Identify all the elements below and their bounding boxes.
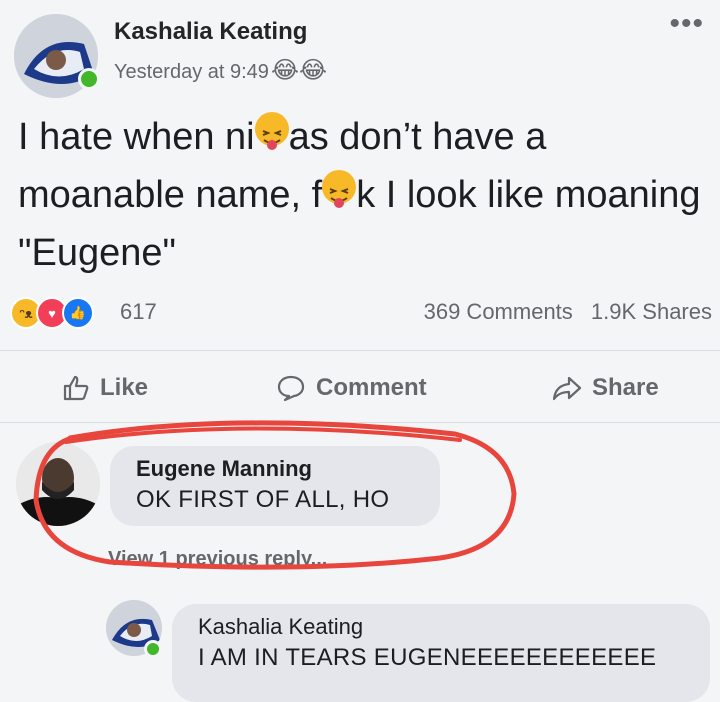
red-highlight-circle xyxy=(33,420,517,570)
like-button-label: Like xyxy=(100,374,149,401)
tongue-emoji-icon xyxy=(322,170,357,208)
commenter-avatar[interactable] xyxy=(16,442,100,526)
divider-top xyxy=(0,350,720,351)
online-status-dot xyxy=(144,640,162,658)
share-button-label: Share xyxy=(592,374,659,401)
comment-icon xyxy=(277,375,305,402)
comment-text: OK FIRST OF ALL, HO xyxy=(136,486,390,513)
comments-count[interactable]: 369 Comments xyxy=(424,299,573,324)
tongue-emoji-icon xyxy=(254,112,289,150)
view-previous-replies-link[interactable]: View 1 previous reply... xyxy=(108,548,327,571)
post-author-name[interactable]: Kashalia Keating xyxy=(114,18,307,46)
post-timestamp[interactable]: Yesterday at 9:49😂😂 xyxy=(114,56,327,85)
share-arrow-icon xyxy=(552,376,582,401)
post-stats: 369 Comments 1.9K Shares xyxy=(412,299,712,325)
share-button[interactable]: Share xyxy=(552,374,659,402)
reaction-count[interactable]: 617 xyxy=(120,299,157,325)
online-status-dot xyxy=(78,68,100,90)
reply-bubble[interactable]: Kashalia Keating I AM IN TEARS EUGENEEEE… xyxy=(172,604,710,702)
comment-author[interactable]: Eugene Manning xyxy=(136,456,418,482)
comment-bubble[interactable]: Eugene Manning OK FIRST OF ALL, HO xyxy=(110,446,440,526)
comment-button-label: Comment xyxy=(316,374,427,401)
shares-count[interactable]: 1.9K Shares xyxy=(591,299,712,324)
post-text-part-1: I hate when ni xyxy=(18,116,255,158)
reply-text: I AM IN TEARS EUGENEEEEEEEEEEEE xyxy=(198,644,657,671)
divider-bottom xyxy=(0,422,720,423)
like-reaction-icon: 👍 xyxy=(62,297,94,329)
like-button[interactable]: Like xyxy=(62,374,148,402)
more-options-icon[interactable]: ••• xyxy=(669,9,704,39)
laughing-emoji-icon: 😂😂 xyxy=(270,57,328,84)
reply-author[interactable]: Kashalia Keating xyxy=(198,614,688,640)
thumbs-up-icon xyxy=(63,375,89,401)
post-text: I hate when ni as don’t have a moanable n… xyxy=(18,108,708,282)
comment-button[interactable]: Comment xyxy=(276,374,427,402)
